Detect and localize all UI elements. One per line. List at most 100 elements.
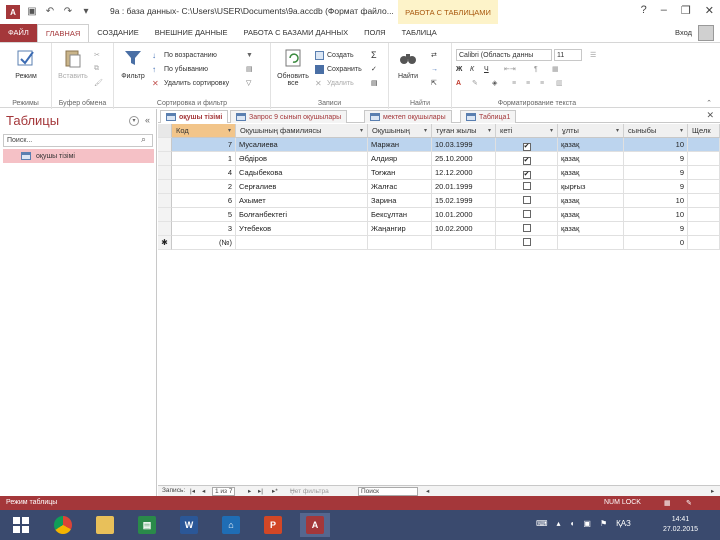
tab-table[interactable]: ТАБЛИЦА [394, 24, 445, 42]
column-dropdown-icon[interactable]: ▾ [360, 127, 363, 134]
indent-icon[interactable]: ⇤⇥ [504, 63, 516, 75]
fill-color-icon[interactable]: ◈ [492, 77, 497, 89]
record-selector[interactable] [158, 166, 172, 180]
underline-button[interactable]: Ч [484, 63, 489, 75]
powerpoint-taskbar-item[interactable]: P [258, 513, 288, 537]
network-icon[interactable]: ▣ [583, 519, 591, 528]
first-record-icon[interactable]: |◂ [190, 487, 195, 495]
align-left-icon[interactable]: ≡ [512, 77, 516, 89]
column-header-grade[interactable]: сыныбы ▾ [624, 124, 688, 138]
gridlines-icon[interactable]: ▦ [552, 63, 559, 75]
column-header-birth[interactable]: туған жылы ▾ [432, 124, 496, 138]
cell-add[interactable] [688, 194, 720, 208]
cell-nation[interactable]: қазақ [558, 152, 624, 166]
cell-name[interactable]: Жалғас [368, 180, 432, 194]
cell-surname[interactable] [236, 236, 368, 250]
cell-birth[interactable]: 12.12.2000 [432, 166, 496, 180]
tab-file[interactable]: ФАЙЛ [0, 24, 37, 42]
replace-icon[interactable]: ⇄ [431, 49, 437, 61]
filter-button[interactable]: Фильтр [116, 47, 150, 80]
remove-sort-button[interactable]: ✕ Удалить сортировку [152, 77, 229, 89]
cell-code[interactable]: 6 [172, 194, 236, 208]
cell-birth[interactable]: 15.02.1999 [432, 194, 496, 208]
cell-checked[interactable] [496, 208, 558, 222]
spelling-icon[interactable]: ✓ [371, 63, 377, 75]
column-header-nation[interactable]: ұлты ▾ [558, 124, 624, 138]
checkbox[interactable] [522, 224, 531, 232]
show-hidden-icon[interactable]: ▴ [557, 519, 561, 528]
collapse-pane-icon[interactable]: « [145, 115, 150, 125]
cell-code[interactable]: 2 [172, 180, 236, 194]
cell-surname[interactable]: Ахымет [236, 194, 368, 208]
paste-button[interactable]: Вставить [56, 47, 90, 80]
save-icon[interactable]: ▣ [26, 6, 38, 18]
checkbox[interactable]: ✔ [522, 143, 531, 151]
cell-code[interactable]: 7 [172, 138, 236, 152]
column-dropdown-icon[interactable]: ▾ [488, 127, 491, 134]
cell-surname[interactable]: Серғалиев [236, 180, 368, 194]
select-all-corner[interactable] [158, 124, 172, 138]
close-button[interactable]: ✕ [705, 4, 714, 17]
selection-filter-icon[interactable]: ▼ [246, 49, 253, 61]
alternate-row-icon[interactable]: ▥ [556, 77, 563, 89]
publisher-taskbar-item[interactable]: ⌂ [216, 513, 246, 537]
column-dropdown-icon[interactable]: ▾ [680, 127, 683, 134]
doctab-table1[interactable]: Таблица1 [460, 110, 517, 123]
column-dropdown-icon[interactable]: ▾ [550, 127, 553, 134]
column-dropdown-icon[interactable]: ▾ [424, 127, 427, 134]
word-taskbar-item[interactable]: W [174, 513, 204, 537]
close-tab-icon[interactable]: ✕ [706, 110, 714, 121]
cell-surname[interactable]: Утебеков [236, 222, 368, 236]
cell-birth[interactable]: 10.03.1999 [432, 138, 496, 152]
tab-external-data[interactable]: ВНЕШНИЕ ДАННЫЕ [147, 24, 236, 42]
cell-grade[interactable]: 10 [624, 208, 688, 222]
cell-checked[interactable]: ✔ [496, 166, 558, 180]
totals-icon[interactable]: Σ [371, 49, 377, 61]
table-row[interactable]: 6 Ахымет Зарина 15.02.1999 қазақ 10 [172, 194, 720, 208]
cell-surname[interactable]: Әбдіров [236, 152, 368, 166]
checkbox[interactable]: ✔ [522, 171, 531, 179]
save-record-button[interactable]: Сохранить [315, 63, 362, 75]
checkbox[interactable] [522, 182, 531, 190]
avatar[interactable] [698, 25, 714, 41]
new-record-row[interactable]: (№) 0 [172, 236, 720, 250]
tab-database-tools[interactable]: РАБОТА С БАЗАМИ ДАННЫХ [236, 24, 357, 42]
tab-fields[interactable]: ПОЛЯ [356, 24, 393, 42]
checkbox[interactable] [522, 210, 531, 218]
advanced-filter-icon[interactable]: ▤ [246, 63, 253, 75]
cell-add[interactable] [688, 166, 720, 180]
table-row[interactable]: 3 Утебеков Жаңангир 10.02.2000 қазақ 9 [172, 222, 720, 236]
cell-birth[interactable]: 20.01.1999 [432, 180, 496, 194]
cell-add[interactable] [688, 222, 720, 236]
clock[interactable]: 14:41 27.02.2015 [663, 515, 698, 535]
font-select[interactable]: Calibri (Область данны [456, 49, 552, 61]
sort-descending-button[interactable]: ↑ По убыванию [152, 63, 208, 75]
cut-icon[interactable]: ✂ [94, 49, 100, 61]
cell-grade[interactable]: 9 [624, 222, 688, 236]
cell-birth[interactable]: 25.10.2000 [432, 152, 496, 166]
cell-grade[interactable]: 9 [624, 152, 688, 166]
checkbox[interactable] [522, 196, 531, 204]
cell-grade[interactable]: 10 [624, 138, 688, 152]
italic-button[interactable]: К [470, 63, 474, 75]
cell-nation[interactable]: қазақ [558, 208, 624, 222]
delete-record-button[interactable]: ✕ Удалить [315, 77, 354, 89]
last-record-icon[interactable]: ▸| [258, 487, 263, 495]
volume-icon[interactable]: ◖ [570, 519, 575, 528]
cell-add[interactable] [688, 236, 720, 250]
cell-code[interactable]: (№) [172, 236, 236, 250]
cell-surname[interactable]: Мусалиева [236, 138, 368, 152]
cell-birth[interactable] [432, 236, 496, 250]
explorer-taskbar-item[interactable] [90, 513, 120, 537]
tab-create[interactable]: СОЗДАНИЕ [89, 24, 147, 42]
cell-add[interactable] [688, 208, 720, 222]
more-icon[interactable]: ▤ [371, 77, 378, 89]
cell-grade[interactable]: 10 [624, 194, 688, 208]
cell-nation[interactable]: қазақ [558, 166, 624, 180]
cell-code[interactable]: 5 [172, 208, 236, 222]
copy-icon[interactable]: ⧉ [94, 63, 99, 75]
record-selector[interactable] [158, 138, 172, 152]
font-size-select[interactable]: 11 [554, 49, 582, 61]
cell-grade[interactable]: 0 [624, 236, 688, 250]
column-header-code[interactable]: Код ▾ [172, 124, 236, 138]
